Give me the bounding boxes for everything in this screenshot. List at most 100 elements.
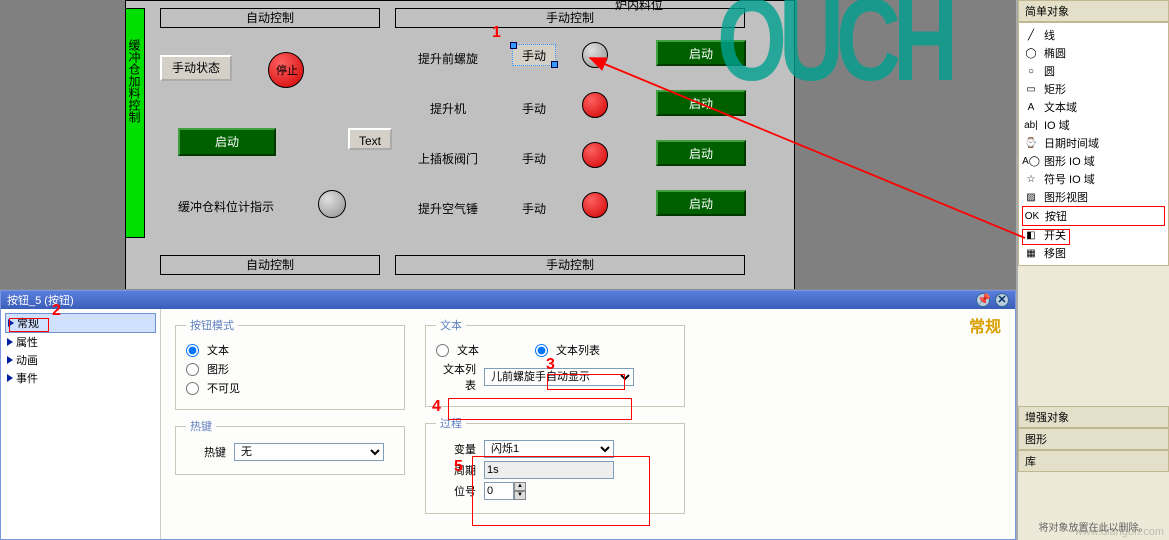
palette-item-icon: A◯ — [1024, 154, 1038, 168]
palette-item-IO 域[interactable]: ab|IO 域 — [1022, 116, 1165, 134]
palette-header-simple[interactable]: 简单对象 — [1018, 0, 1169, 22]
header-manual: 手动控制 — [395, 8, 745, 28]
palette-item-日期时间域[interactable]: ⌚日期时间域 — [1022, 134, 1165, 152]
palette-item-icon: ╱ — [1024, 28, 1038, 42]
row-start-button[interactable]: 启动 — [656, 140, 746, 166]
button-mode-fieldset: 按钮模式 文本 图形 不可见 — [175, 317, 405, 410]
palette-item-图形视图[interactable]: ▨ 图形视图 — [1022, 188, 1165, 206]
palette-item-label: 椭圆 — [1044, 45, 1066, 61]
palette-item-label: 矩形 — [1044, 81, 1066, 97]
header-auto-2: 自动控制 — [160, 255, 380, 275]
palette-item-线[interactable]: ╱线 — [1022, 26, 1165, 44]
tree-item-general[interactable]: 常规 — [5, 313, 156, 333]
process-fieldset: 过程 变量闪烁1 周期 位号 ▲▼ — [425, 415, 685, 514]
arrow-icon — [8, 319, 14, 327]
palette-item-icon: A — [1024, 100, 1038, 114]
button-mode-legend: 按钮模式 — [186, 317, 238, 333]
palette-item-椭圆[interactable]: ◯ 椭圆 — [1022, 44, 1165, 62]
screen-canvas[interactable]: OL TUCLOU Green Energy 缓冲仓加料控制 自动控制 手动控制… — [0, 0, 1016, 290]
row-mode-label: 手动 — [522, 200, 546, 217]
palette-header-lib[interactable]: 库 — [1018, 450, 1169, 472]
text-button[interactable]: Text — [348, 128, 392, 150]
palette-item-圆[interactable]: ○圆 — [1022, 62, 1165, 80]
text-mode-text-radio[interactable] — [436, 344, 449, 357]
arrow-icon — [7, 338, 13, 346]
palette-item-label: 图形视图 — [1044, 189, 1088, 205]
tool-palette: 简单对象 ╱线◯椭圆○圆▭矩形A文本域ab|IO 域⌚日期时间域A◯图形 IO … — [1016, 0, 1169, 540]
palette-item-移图[interactable]: ▦ 移图 — [1022, 244, 1165, 262]
palette-item-图形 IO 域[interactable]: A◯ 图形 IO 域 — [1022, 152, 1165, 170]
palette-item-label: 图形 IO 域 — [1044, 153, 1095, 169]
palette-item-icon: ▦ — [1024, 246, 1038, 260]
mode-invisible-radio[interactable] — [186, 382, 199, 395]
tree-item-anim[interactable]: 动画 — [5, 351, 156, 369]
palette-item-符号 IO 域[interactable]: ☆ 符号 IO 域 — [1022, 170, 1165, 188]
header-auto: 自动控制 — [160, 8, 380, 28]
row-mode-button-selected[interactable]: 手动 — [512, 44, 556, 66]
palette-item-开关[interactable]: ◧开关 — [1022, 226, 1165, 244]
palette-header-graphic[interactable]: 图形 — [1018, 428, 1169, 450]
palette-item-icon: ab| — [1024, 118, 1038, 132]
text-mode-textlist-radio[interactable] — [535, 344, 548, 357]
palette-item-label: 按钮 — [1045, 208, 1067, 224]
row-indicator — [582, 92, 608, 118]
palette-item-icon: ▭ — [1024, 82, 1038, 96]
process-legend: 过程 — [436, 415, 466, 431]
var-select[interactable]: 闪烁1 — [484, 440, 614, 458]
mode-graphic-radio[interactable] — [186, 363, 199, 376]
properties-panel: 按钮_5 (按钮) 📌 ✕ 常规 属性 动画 事件 常规 — [0, 290, 1016, 540]
textlist-select[interactable]: 儿前螺旋手自动显示 — [484, 368, 634, 386]
row-indicator — [582, 142, 608, 168]
palette-body: ╱线◯椭圆○圆▭矩形A文本域ab|IO 域⌚日期时间域A◯图形 IO 域☆符号 … — [1018, 22, 1169, 266]
row-label: 提升空气锤 — [418, 200, 478, 217]
row-indicator — [582, 42, 608, 68]
palette-item-icon: ○ — [1024, 64, 1038, 78]
palette-item-label: 圆 — [1044, 63, 1055, 79]
properties-tree[interactable]: 常规 属性 动画 事件 — [1, 309, 161, 539]
section-strip-label: 缓冲仓加料控制 — [126, 9, 143, 123]
manual-state-button[interactable]: 手动状态 — [160, 55, 232, 81]
cycle-label: 周期 — [436, 462, 476, 478]
buffer-level-label: 缓冲仓料位计指示 — [178, 198, 274, 215]
palette-item-label: 符号 IO 域 — [1044, 171, 1095, 187]
row-start-button[interactable]: 启动 — [656, 190, 746, 216]
arrow-icon — [7, 356, 13, 364]
palette-item-按钮[interactable]: OK按钮 — [1022, 206, 1165, 226]
furnace-level-label: 炉内料位 — [615, 0, 663, 13]
tree-item-props[interactable]: 属性 — [5, 333, 156, 351]
stop-label: 停止 — [276, 62, 298, 78]
spin-down-icon[interactable]: ▼ — [514, 491, 526, 500]
drop-target[interactable]: 将对象放置在此以删除。 — [1018, 513, 1169, 540]
pin-icon[interactable]: 📌 — [976, 293, 990, 307]
auto-start-button[interactable]: 启动 — [178, 128, 276, 156]
palette-item-icon: ☆ — [1024, 172, 1038, 186]
arrow-icon — [7, 374, 13, 382]
form-heading: 常规 — [969, 313, 1001, 337]
section-strip: 缓冲仓加料控制 — [125, 8, 145, 238]
text-fieldset: 文本 文本 文本列表 文本列表 儿前螺旋手自动显示 — [425, 317, 685, 407]
properties-title-bar: 按钮_5 (按钮) 📌 ✕ — [1, 291, 1015, 309]
tree-item-events[interactable]: 事件 — [5, 369, 156, 387]
bit-spinner[interactable]: ▲▼ — [484, 482, 526, 500]
hotkey-legend: 热键 — [186, 418, 216, 434]
var-label: 变量 — [436, 441, 476, 457]
bit-label: 位号 — [436, 483, 476, 499]
properties-form: 常规 按钮模式 文本 图形 不可见 热键 — [161, 309, 1015, 539]
bit-input[interactable] — [484, 482, 514, 500]
text-legend: 文本 — [436, 317, 466, 333]
hotkey-fieldset: 热键 热键 无 — [175, 418, 405, 475]
hotkey-label: 热键 — [186, 444, 226, 460]
hotkey-select[interactable]: 无 — [234, 443, 384, 461]
palette-item-label: 文本域 — [1044, 99, 1077, 115]
palette-item-矩形[interactable]: ▭ 矩形 — [1022, 80, 1165, 98]
mode-text-radio[interactable] — [186, 344, 199, 357]
palette-header-enhanced[interactable]: 增强对象 — [1018, 406, 1169, 428]
palette-item-label: 移图 — [1044, 245, 1066, 261]
row-label: 上插板阀门 — [418, 150, 478, 167]
spin-up-icon[interactable]: ▲ — [514, 482, 526, 491]
close-icon[interactable]: ✕ — [995, 293, 1009, 307]
palette-item-icon: ▨ — [1024, 190, 1038, 204]
row-indicator — [582, 192, 608, 218]
palette-item-icon: ◯ — [1024, 46, 1038, 60]
palette-item-文本域[interactable]: A 文本域 — [1022, 98, 1165, 116]
